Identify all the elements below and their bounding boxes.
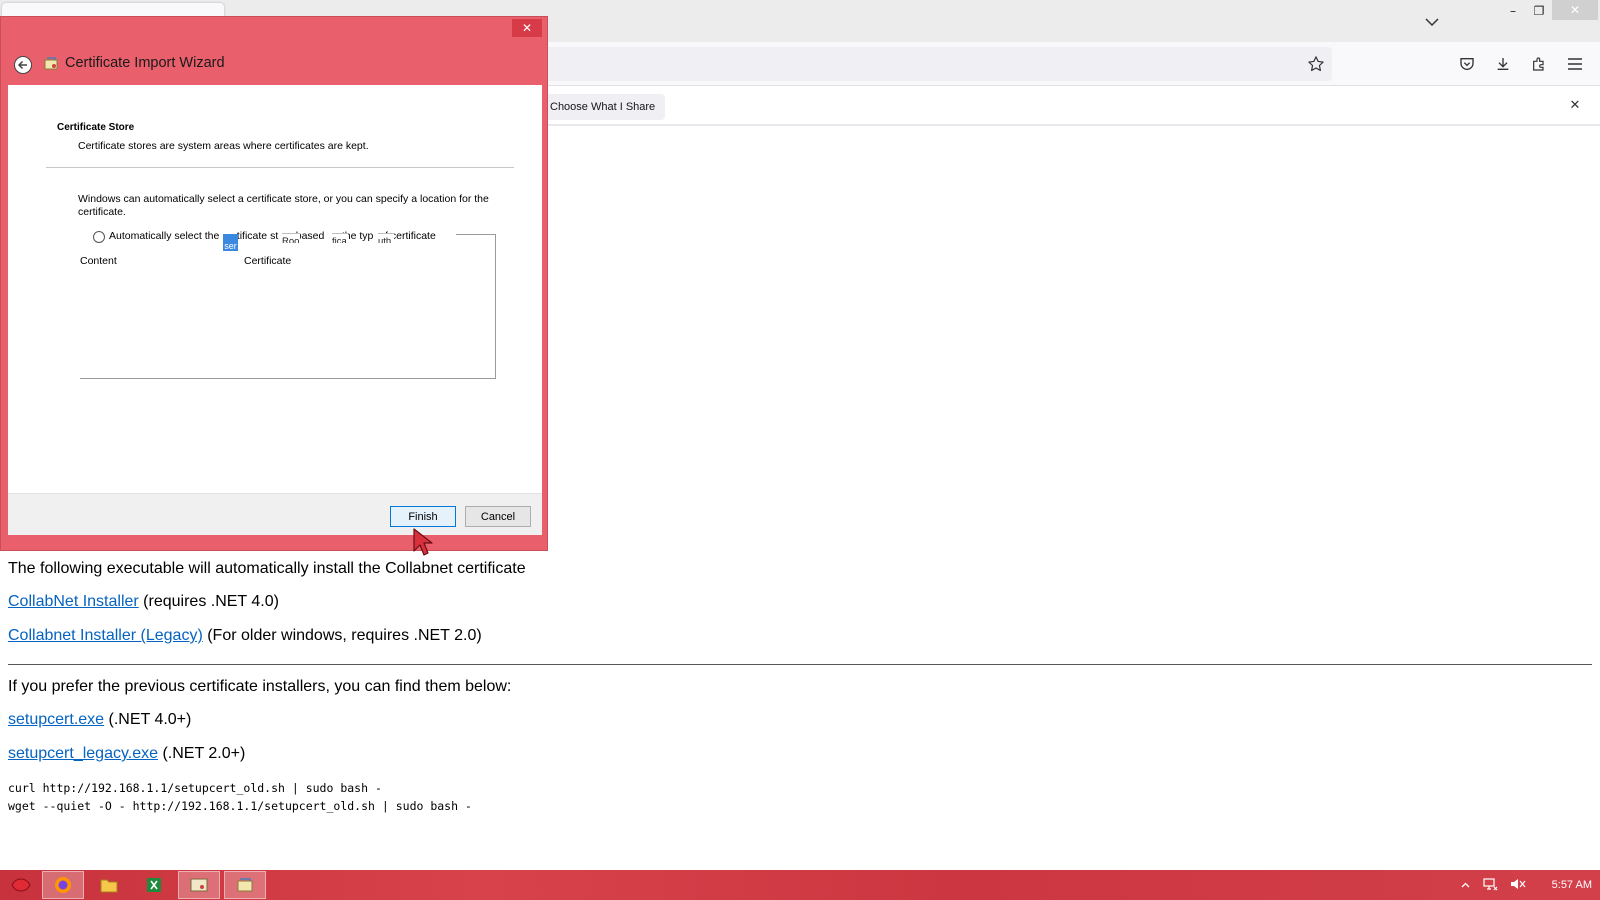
- clock[interactable]: 5:57 AM: [1552, 879, 1592, 891]
- pocket-icon[interactable]: [1455, 52, 1479, 76]
- extensions-icon[interactable]: [1527, 52, 1551, 76]
- taskbar: 5:57 AM: [0, 870, 1600, 900]
- setupcert-legacy-line: setupcert_legacy.exe (.NET 2.0+): [8, 745, 245, 763]
- overlay-fragment: fica: [332, 233, 348, 243]
- window-close-button[interactable]: ✕: [1552, 0, 1598, 20]
- intro-text: The following executable will automatica…: [8, 560, 526, 577]
- chevron-up-icon[interactable]: [1461, 879, 1470, 891]
- certificate-import-wizard-dialog: ✕ Certificate Import Wizard Certificate …: [0, 16, 548, 551]
- certificate-icon: [43, 55, 59, 71]
- chevron-down-icon: [1425, 17, 1439, 26]
- previous-installers-intro: If you prefer the previous certificate i…: [8, 678, 512, 695]
- certificate-icon: [237, 878, 253, 892]
- volume-muted-icon[interactable]: [1510, 877, 1526, 894]
- certificate-wizard-taskbar-item[interactable]: [224, 871, 266, 899]
- start-icon: [11, 878, 31, 892]
- column-header-content[interactable]: Content: [80, 255, 117, 267]
- list-all-tabs-button[interactable]: [1422, 12, 1442, 32]
- downloads-icon[interactable]: [1491, 52, 1515, 76]
- column-header-certificate[interactable]: Certificate: [244, 255, 291, 267]
- choose-what-i-share-button[interactable]: Choose What I Share: [540, 94, 666, 120]
- spreadsheet-taskbar-item[interactable]: [133, 871, 175, 899]
- certificate-manager-icon: [190, 878, 208, 892]
- network-icon[interactable]: [1482, 877, 1498, 894]
- system-tray: 5:57 AM: [1461, 870, 1592, 900]
- bookmark-star-icon[interactable]: [1304, 52, 1328, 76]
- cancel-button[interactable]: Cancel: [465, 506, 531, 527]
- mouse-cursor-icon: [412, 527, 438, 557]
- restore-button[interactable]: ❐: [1526, 0, 1552, 22]
- collabnet-installer-legacy-link[interactable]: Collabnet Installer (Legacy): [8, 627, 203, 644]
- file-explorer-taskbar-item[interactable]: [88, 871, 130, 899]
- installer-line: CollabNet Installer (requires .NET 4.0): [8, 593, 279, 611]
- installer-legacy-line: Collabnet Installer (Legacy) (For older …: [8, 627, 482, 645]
- collabnet-installer-link[interactable]: CollabNet Installer: [8, 593, 139, 610]
- wizard-body: Certificate Store Certificate stores are…: [8, 85, 542, 493]
- firefox-icon: [55, 877, 71, 893]
- installer-note: (requires .NET 4.0): [138, 593, 279, 610]
- firefox-taskbar-item[interactable]: [42, 871, 84, 899]
- folder-icon: [100, 879, 118, 893]
- section-heading: Certificate Store: [57, 122, 135, 133]
- url-bar[interactable]: [540, 47, 1332, 81]
- setupcert-legacy-link[interactable]: setupcert_legacy.exe: [8, 745, 158, 762]
- setupcert-line: setupcert.exe (.NET 4.0+): [8, 711, 191, 729]
- section-description: Certificate stores are system areas wher…: [78, 140, 369, 152]
- start-button[interactable]: [0, 871, 42, 899]
- back-arrow-icon[interactable]: [13, 55, 33, 75]
- menu-hamburger-icon[interactable]: [1563, 52, 1587, 76]
- auto-select-radio[interactable]: [93, 231, 105, 243]
- minimize-button[interactable]: –: [1500, 0, 1526, 22]
- notification-close-icon[interactable]: ✕: [1566, 96, 1584, 114]
- section-separator: [46, 167, 514, 168]
- finish-button[interactable]: Finish: [390, 506, 456, 527]
- selected-store-fragment[interactable]: ser: [223, 234, 238, 251]
- spreadsheet-icon: [147, 878, 161, 892]
- setupcert-legacy-note: (.NET 2.0+): [158, 745, 246, 762]
- certificate-manager-taskbar-item[interactable]: [178, 871, 220, 899]
- installer-legacy-note: (For older windows, requires .NET 2.0): [202, 627, 482, 644]
- info-text: Windows can automatically select a certi…: [78, 193, 489, 218]
- setupcert-note: (.NET 4.0+): [104, 711, 192, 728]
- setupcert-link[interactable]: setupcert.exe: [8, 711, 104, 728]
- wizard-footer: Finish Cancel: [8, 493, 542, 535]
- overlay-fragment: Roo: [282, 233, 300, 243]
- curl-command: curl http://192.168.1.1/setupcert_old.sh…: [8, 781, 382, 795]
- divider: [8, 664, 1592, 665]
- wizard-title: Certificate Import Wizard: [65, 55, 225, 71]
- wizard-close-button[interactable]: ✕: [512, 19, 542, 37]
- wget-command: wget --quiet -O - http://192.168.1.1/set…: [8, 799, 472, 813]
- overlay-fragment: uth: [378, 233, 394, 243]
- store-list-border: [456, 234, 496, 235]
